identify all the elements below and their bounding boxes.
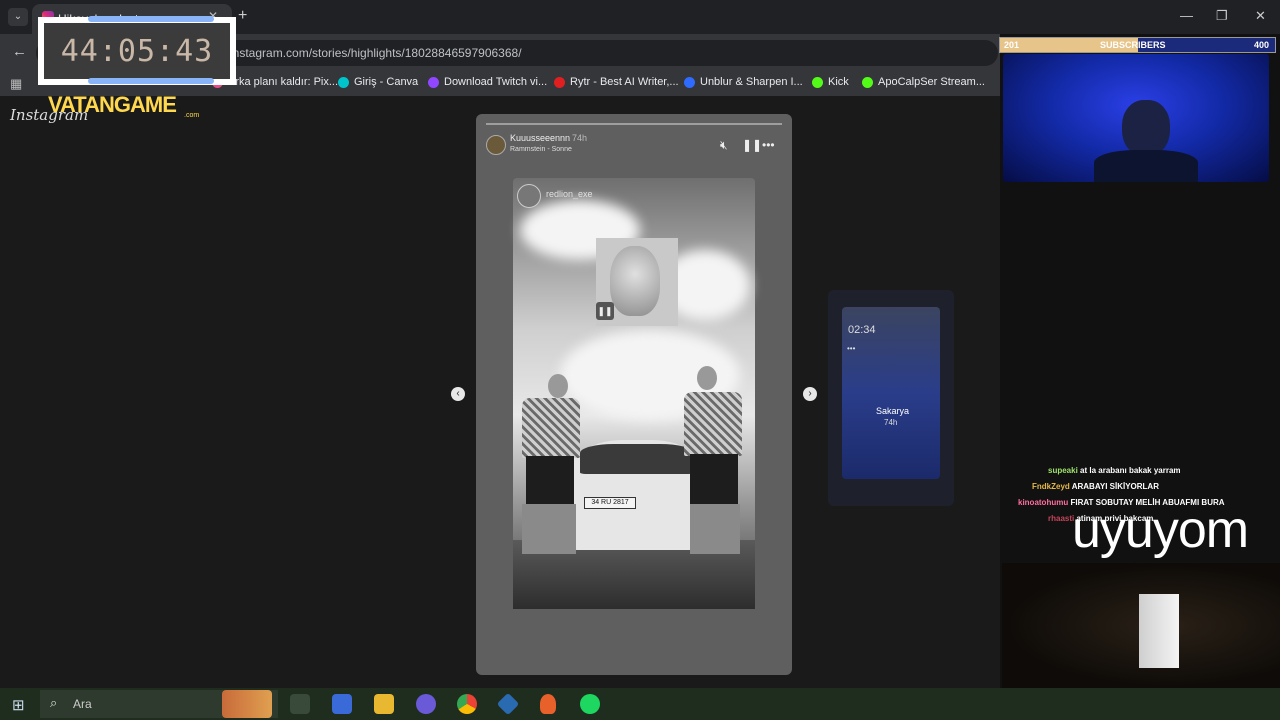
widget-building-icon[interactable]: [222, 690, 272, 718]
bookmark-favicon-icon: [428, 76, 439, 88]
inner-avatar: [517, 184, 541, 208]
pause-icon[interactable]: ❚❚: [742, 138, 762, 152]
brand-logo: VATANGAME: [48, 92, 177, 117]
license-plate: 34 RU 2817: [584, 497, 636, 509]
file-explorer-icon[interactable]: [374, 694, 394, 714]
subscriber-current: 201: [1004, 40, 1020, 50]
chat-username: rhaasti: [1048, 514, 1075, 523]
search-icon: ⌕: [50, 695, 58, 710]
bookmark-label: Kick: [828, 76, 849, 88]
chrome-icon[interactable]: [457, 694, 477, 714]
new-tab-button[interactable]: +: [238, 7, 247, 25]
story-username[interactable]: Kuuusseeennn: [510, 133, 570, 143]
car-windshield: [580, 444, 694, 474]
bookmark-favicon-icon: [684, 76, 695, 88]
microphone-icon[interactable]: [540, 694, 556, 714]
person-left-shorts: [526, 456, 574, 504]
person-left-head: [548, 374, 568, 398]
story-time: 74h: [572, 133, 588, 143]
webcam-person-head: [1122, 100, 1170, 156]
previous-story-icon[interactable]: ‹: [451, 387, 465, 401]
bookmark-label: Giriş - Canva: [354, 76, 419, 88]
album-pause-icon: ❚❚: [596, 302, 614, 320]
bookmark-label: Unblur & Sharpen I...: [700, 76, 803, 88]
overlay-big-text: uyuyom: [1072, 501, 1249, 559]
store-icon[interactable]: [332, 694, 352, 714]
bookmark-favicon-icon: [862, 76, 873, 88]
person-right-legs: [690, 504, 740, 554]
next-story-place: Sakarya: [876, 406, 910, 416]
bookmark-item[interactable]: ApoCalpSer Stream...: [862, 76, 985, 88]
room-door: [1139, 594, 1179, 668]
bookmark-favicon-icon: [812, 76, 823, 88]
mute-icon[interactable]: 🔇︎: [720, 138, 728, 153]
story-avatar[interactable]: [486, 135, 506, 155]
stream-timer: 44:05:43: [60, 34, 214, 69]
apps-grid-icon[interactable]: ▦: [10, 76, 22, 92]
next-story-more-icon: •••: [847, 344, 856, 353]
bookmark-favicon-icon: [338, 76, 349, 88]
restore-icon[interactable]: ❐: [1216, 8, 1228, 24]
person-left-shirt: [522, 398, 580, 458]
chat-text: ARABAYI SİKİYORLAR: [1071, 482, 1159, 491]
next-story-icon[interactable]: ›: [803, 387, 817, 401]
bookmark-label: ApoCalpSer Stream...: [878, 76, 985, 88]
story-progress-bar: [486, 123, 782, 125]
more-options-icon[interactable]: •••: [762, 138, 775, 152]
webcam-person-body: [1094, 150, 1198, 182]
chat-text: at la arabanı bakak yarram: [1080, 466, 1181, 475]
bookmark-favicon-icon: [554, 76, 565, 88]
bookmark-item[interactable]: Unblur & Sharpen I...: [684, 76, 803, 88]
back-arrow-icon[interactable]: ←: [12, 43, 27, 60]
bookmark-item[interactable]: Kick: [812, 76, 849, 88]
chat-username: FndkZeyd: [1032, 482, 1070, 491]
taskbar-search-placeholder: Ara: [73, 697, 92, 711]
timer-accent: [88, 78, 214, 84]
bookmark-item[interactable]: Giriş - Canva: [338, 76, 418, 88]
bookmark-label: Rytr - Best AI Writer,...: [570, 76, 679, 88]
album-face: [610, 246, 660, 316]
person-left-legs: [522, 504, 576, 554]
bookmark-label: Download Twitch vi...: [444, 76, 548, 88]
subscriber-goal: 400: [1254, 40, 1270, 50]
minimize-icon[interactable]: —: [1180, 8, 1193, 23]
next-story-ago: 74h: [884, 418, 898, 427]
spotify-icon[interactable]: [580, 694, 600, 714]
bookmark-label: Arka planı kaldır: Pix...: [228, 76, 339, 88]
chat-username: kinoatohumu: [1018, 498, 1069, 507]
next-story-time: 02:34: [848, 324, 876, 336]
close-window-icon[interactable]: ✕: [1255, 8, 1266, 24]
bookmark-item[interactable]: Rytr - Best AI Writer,...: [554, 76, 679, 88]
person-right-shorts: [690, 454, 738, 504]
story-song[interactable]: Rammstein - Sonne: [510, 146, 572, 153]
chat-message: supeaki at la arabanı bakak yarram: [1048, 466, 1181, 475]
url-text[interactable]: instagram.com/stories/highlights/1802884…: [230, 46, 522, 60]
windows-start-icon[interactable]: ⊞: [12, 696, 25, 714]
person-right-head: [697, 366, 717, 390]
person-right-shirt: [684, 392, 742, 456]
task-view-icon[interactable]: [290, 694, 310, 714]
subscriber-label: SUBSCRIBERS: [1100, 40, 1166, 50]
inner-username: redlion_exe: [546, 189, 593, 199]
chat-username: supeaki: [1048, 466, 1078, 475]
timer-accent: [88, 16, 214, 22]
discord-icon[interactable]: [416, 694, 436, 714]
brand-logo-suffix: .com: [184, 112, 200, 119]
tab-list-button[interactable]: ⌄: [8, 8, 28, 26]
chat-message: FndkZeyd ARABAYI SİKİYORLAR: [1032, 482, 1159, 491]
bookmark-item[interactable]: Download Twitch vi...: [428, 76, 547, 88]
